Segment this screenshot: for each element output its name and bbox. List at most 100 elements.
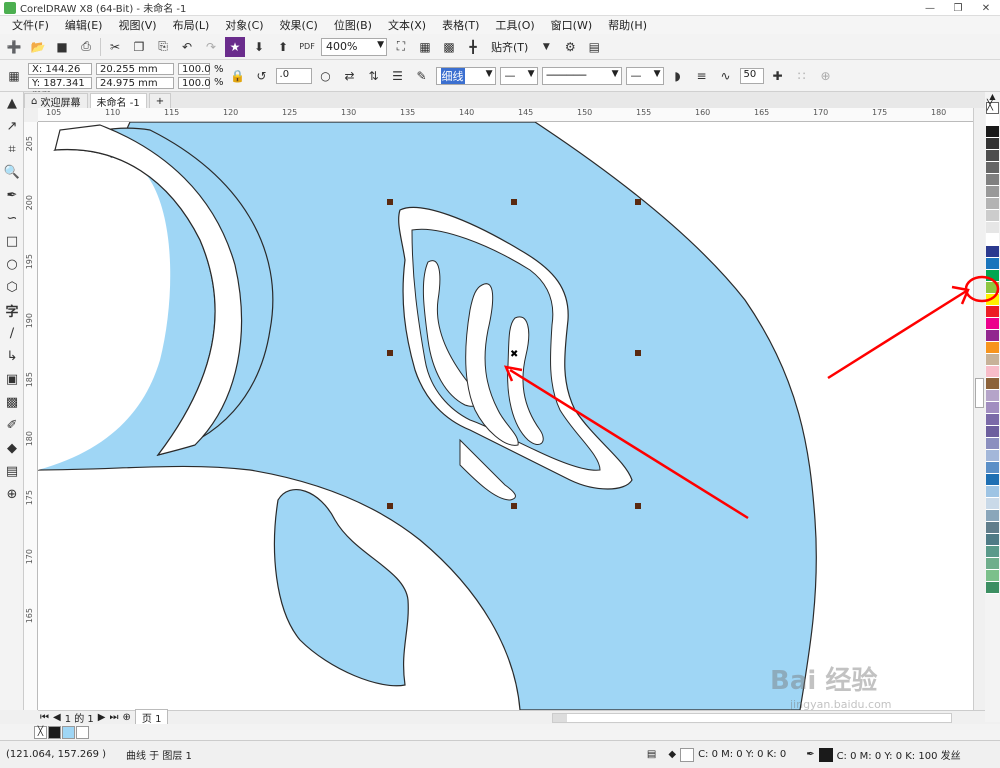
first-page-icon[interactable]: ⏮ xyxy=(40,712,49,723)
palette-color-swatch[interactable] xyxy=(986,510,999,522)
add-tool-icon[interactable]: ⊕ xyxy=(0,483,24,506)
no-color-icon[interactable]: ╳ xyxy=(34,725,47,739)
selection-handle[interactable] xyxy=(387,503,393,509)
menu-tools[interactable]: 工具(O) xyxy=(487,17,542,33)
no-color-swatch[interactable]: ╳ xyxy=(986,100,999,114)
menu-bitmaps[interactable]: 位图(B) xyxy=(326,17,380,33)
palette-color-swatch[interactable] xyxy=(986,282,999,294)
palette-color-swatch[interactable] xyxy=(986,546,999,558)
artistic-media-icon[interactable]: ∽ xyxy=(0,207,24,230)
application-launcher-icon[interactable]: ▤ xyxy=(584,37,604,57)
horizontal-scrollbar[interactable] xyxy=(552,712,953,723)
open-folder-icon[interactable]: 📂 xyxy=(28,37,48,57)
palette-color-swatch[interactable] xyxy=(986,402,999,414)
palette-color-swatch[interactable] xyxy=(986,426,999,438)
palette-color-swatch[interactable] xyxy=(986,126,999,138)
drawing-canvas[interactable]: ✖ xyxy=(38,122,973,710)
plus-icon[interactable]: ✚ xyxy=(768,66,788,86)
palette-color-swatch[interactable] xyxy=(986,570,999,582)
x-position-field[interactable]: X: 144.26 mm xyxy=(28,62,92,86)
outline-color-swatch[interactable] xyxy=(818,747,833,762)
palette-color-swatch[interactable] xyxy=(986,414,999,426)
palette-color-swatch[interactable] xyxy=(986,354,999,366)
zoom-tool-icon[interactable]: 🔍 xyxy=(0,161,24,184)
palette-color-swatch[interactable] xyxy=(986,246,999,258)
interactive-fill-icon[interactable]: ◆ xyxy=(0,437,24,460)
palette-color-swatch[interactable] xyxy=(986,582,999,594)
menu-file[interactable]: 文件(F) xyxy=(4,17,57,33)
add-page-icon[interactable]: ⊕ xyxy=(123,712,131,723)
menu-layout[interactable]: 布局(L) xyxy=(165,17,218,33)
palette-color-swatch[interactable] xyxy=(986,438,999,450)
white-swatch[interactable] xyxy=(76,725,89,739)
palette-color-swatch[interactable] xyxy=(986,330,999,342)
rectangle-tool-icon[interactable]: □ xyxy=(0,230,24,253)
nodes-icon[interactable]: ∷ xyxy=(792,66,812,86)
menu-effects[interactable]: 效果(C) xyxy=(272,17,326,33)
selection-handle[interactable] xyxy=(511,199,517,205)
menu-object[interactable]: 对象(C) xyxy=(217,17,271,33)
palette-color-swatch[interactable] xyxy=(986,450,999,462)
palette-color-swatch[interactable] xyxy=(986,462,999,474)
palette-color-swatch[interactable] xyxy=(986,210,999,222)
height-field[interactable]: 24.975 mm xyxy=(96,76,174,89)
palette-color-swatch[interactable] xyxy=(986,558,999,570)
undo-icon[interactable]: ↶ xyxy=(177,37,197,57)
add-tab-icon[interactable]: + xyxy=(148,93,172,108)
selection-handle[interactable] xyxy=(635,199,641,205)
last-page-icon[interactable]: ⏭ xyxy=(110,712,119,723)
pick-tool-icon[interactable]: ▲ xyxy=(0,92,24,115)
ellipse-tool-icon[interactable]: ○ xyxy=(0,253,24,276)
palette-color-swatch[interactable] xyxy=(986,498,999,510)
next-page-icon[interactable]: ▶ xyxy=(98,712,106,723)
scrollbar-thumb[interactable] xyxy=(975,378,984,408)
palette-color-swatch[interactable] xyxy=(986,522,999,534)
palette-color-swatch[interactable] xyxy=(986,306,999,318)
palette-color-swatch[interactable] xyxy=(986,318,999,330)
cut-icon[interactable]: ✂ xyxy=(105,37,125,57)
tab-welcome-screen[interactable]: ⌂ 欢迎屏幕 xyxy=(24,93,88,109)
menu-edit[interactable]: 编辑(E) xyxy=(57,17,111,33)
parallel-dimension-icon[interactable]: ∕ xyxy=(0,322,24,345)
lock-ratio-icon[interactable]: 🔒 xyxy=(228,66,248,86)
new-document-icon[interactable]: ➕ xyxy=(4,37,24,57)
redo-icon[interactable]: ↷ xyxy=(201,37,221,57)
palette-color-swatch[interactable] xyxy=(986,174,999,186)
save-icon[interactable]: ■ xyxy=(52,37,72,57)
palette-color-swatch[interactable] xyxy=(986,198,999,210)
selection-handle[interactable] xyxy=(387,199,393,205)
zoom-level-select[interactable]: 400% ▼ xyxy=(321,37,387,56)
palette-color-swatch[interactable] xyxy=(986,378,999,390)
palette-color-swatch[interactable] xyxy=(986,474,999,486)
scale-y-field[interactable]: 100.0 xyxy=(178,76,211,89)
width-field[interactable]: 20.255 mm xyxy=(96,62,174,75)
selection-handle[interactable] xyxy=(635,503,641,509)
scale-x-field[interactable]: 100.0 xyxy=(178,62,211,75)
print-icon[interactable]: ⎙ xyxy=(76,37,96,57)
start-arrowhead-select[interactable]: — ▼ xyxy=(499,66,538,85)
text-tool-icon[interactable]: 字 xyxy=(0,299,24,322)
lower-blue-blob[interactable] xyxy=(273,489,409,687)
palette-color-swatch[interactable] xyxy=(986,534,999,546)
y-position-field[interactable]: Y: 187.341 mm xyxy=(28,76,92,100)
menu-help[interactable]: 帮助(H) xyxy=(600,17,655,33)
add-icon[interactable]: ⊕ xyxy=(816,66,836,86)
palette-color-swatch[interactable] xyxy=(986,150,999,162)
palette-color-swatch[interactable] xyxy=(986,114,999,126)
close-curve-icon[interactable]: ◗ xyxy=(668,66,688,86)
drop-shadow-icon[interactable]: ▣ xyxy=(0,368,24,391)
palette-color-swatch[interactable] xyxy=(986,138,999,150)
palette-color-swatch[interactable] xyxy=(986,186,999,198)
menu-window[interactable]: 窗口(W) xyxy=(543,17,600,33)
prev-page-icon[interactable]: ◀ xyxy=(53,712,61,723)
text-wrap-icon[interactable]: ≡ xyxy=(692,66,712,86)
light-blue-swatch[interactable] xyxy=(62,725,75,739)
palette-color-swatch[interactable] xyxy=(986,486,999,498)
minimize-button[interactable]: — xyxy=(916,0,944,16)
fill-color-swatch[interactable] xyxy=(680,747,695,762)
palette-color-swatch[interactable] xyxy=(986,390,999,402)
menu-view[interactable]: 视图(V) xyxy=(110,17,164,33)
snap-to-dropdown[interactable]: 贴齐(T) xyxy=(487,39,532,55)
color-proof-icon[interactable]: ▤ xyxy=(647,749,656,760)
palette-color-swatch[interactable] xyxy=(986,222,999,234)
